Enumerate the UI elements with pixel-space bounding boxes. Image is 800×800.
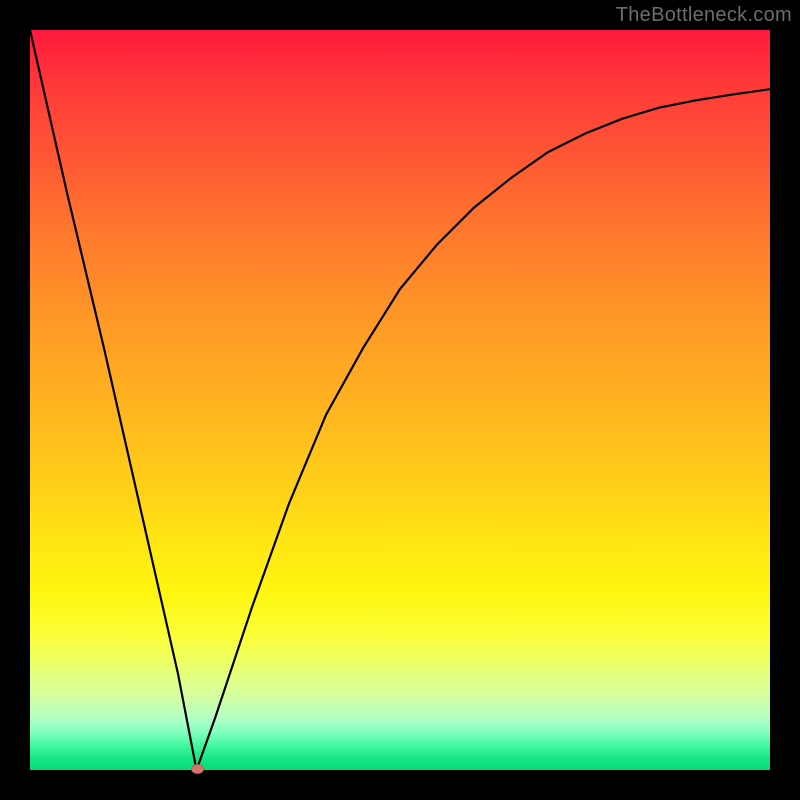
curve-path	[30, 30, 770, 770]
plot-area	[30, 30, 770, 770]
watermark-text: TheBottleneck.com	[616, 4, 792, 27]
chart-frame: TheBottleneck.com	[0, 0, 800, 800]
minimum-marker	[191, 764, 204, 774]
bottleneck-curve	[30, 30, 770, 770]
